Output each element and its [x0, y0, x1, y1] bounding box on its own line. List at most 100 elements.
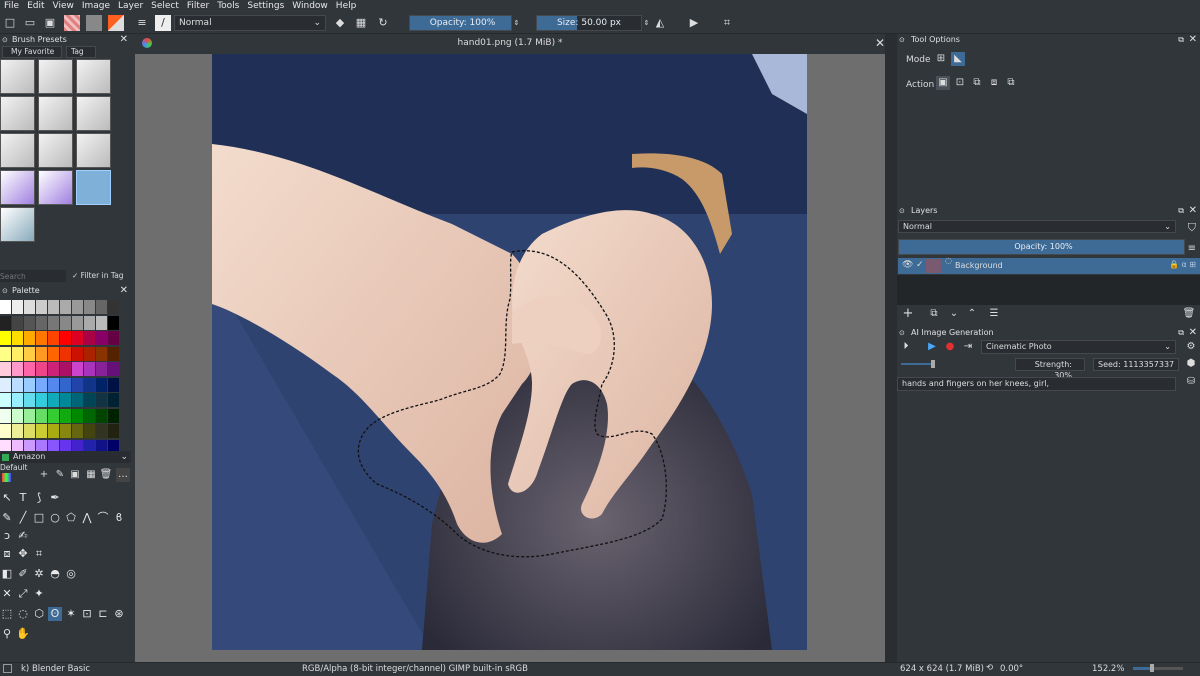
palette-swatch[interactable] — [48, 331, 59, 345]
multibrush-tool-icon[interactable]: ✍ — [16, 529, 30, 543]
rectangular-selection-tool-icon[interactable]: ⬚ — [0, 607, 14, 621]
palette-swatch[interactable] — [0, 362, 11, 376]
replace-selection-icon[interactable]: ▣ — [936, 76, 950, 90]
filter-in-tag-checkbox[interactable]: ✓ Filter in Tag — [72, 270, 124, 282]
generate-play-icon[interactable]: ▶ — [925, 340, 939, 354]
palette-swatch[interactable] — [72, 300, 83, 314]
brush-preset-item[interactable] — [0, 133, 35, 168]
selection-mode-vector-icon[interactable]: ◣ — [951, 52, 965, 66]
palette-swatch[interactable] — [96, 346, 107, 361]
ellipse-tool-icon[interactable]: ○ — [48, 511, 62, 525]
brush-preset-item[interactable] — [38, 170, 73, 205]
brush-preset-item[interactable] — [38, 96, 73, 131]
palette-swatch[interactable] — [96, 408, 107, 423]
palette-swatch[interactable] — [108, 408, 119, 423]
palette-swatch[interactable] — [24, 362, 35, 376]
gradient-tool-icon[interactable]: ◧ — [0, 567, 14, 581]
brush-preset-item[interactable] — [0, 207, 35, 242]
zoom-tool-icon[interactable]: ⚲ — [0, 627, 14, 641]
transform-tool-icon[interactable]: ⧈ — [0, 547, 14, 561]
close-icon[interactable]: ✕ — [1189, 205, 1197, 217]
more-options-icon[interactable]: … — [116, 468, 130, 482]
palette-swatch[interactable] — [48, 362, 59, 376]
line-tool-icon[interactable]: ╱ — [16, 511, 30, 525]
palette-swatch[interactable] — [48, 377, 59, 392]
palette-swatch[interactable] — [36, 424, 47, 438]
palette-swatch[interactable] — [0, 331, 11, 345]
palette-swatch[interactable] — [96, 362, 107, 376]
eraser-icon[interactable]: ◆ — [332, 15, 348, 31]
palette-swatch[interactable] — [48, 393, 59, 407]
delete-layer-icon[interactable]: 🗑 — [1182, 307, 1196, 321]
palette-swatch[interactable] — [72, 315, 83, 330]
layer-properties-icon[interactable]: ☰ — [987, 307, 1001, 321]
palette-swatch[interactable] — [0, 424, 11, 438]
brush-preset-item[interactable] — [76, 96, 111, 131]
blend-mode-select[interactable]: Normal ⌄ — [174, 15, 326, 31]
palette-swatch[interactable] — [108, 393, 119, 407]
menu-select[interactable]: Select — [147, 0, 183, 12]
layer-opacity-slider[interactable]: Opacity: 100% — [898, 239, 1185, 255]
palette-swatch[interactable] — [36, 300, 47, 314]
palette-swatch[interactable] — [24, 331, 35, 345]
palette-swatch[interactable] — [48, 408, 59, 423]
dynamic-brush-tool-icon[interactable]: ↄ — [0, 529, 14, 543]
palette-swatch[interactable] — [48, 346, 59, 361]
menu-window[interactable]: Window — [288, 0, 332, 12]
layer-filter-icon[interactable]: ⛉ — [1188, 221, 1196, 235]
close-icon[interactable]: ✕ — [120, 34, 128, 46]
palette-swatch[interactable] — [36, 362, 47, 376]
add-selection-icon[interactable]: ⧉ — [970, 76, 984, 90]
elliptical-selection-tool-icon[interactable]: ◌ — [16, 607, 30, 621]
palette-swatch[interactable] — [36, 315, 47, 330]
layer-menu-icon[interactable]: ≡ — [1188, 243, 1196, 254]
bezier-tool-icon[interactable]: ⌒ — [96, 511, 110, 525]
palette-swatch[interactable] — [24, 408, 35, 423]
palette-swatch[interactable] — [12, 362, 23, 376]
move-layer-up-icon[interactable]: ⌃ — [965, 307, 979, 321]
freehand-selection-tool-icon[interactable]: ʘ — [48, 607, 62, 621]
palette-swatch[interactable] — [72, 393, 83, 407]
palette-swatch[interactable] — [96, 331, 107, 345]
rectangle-tool-icon[interactable]: □ — [32, 511, 46, 525]
float-dock-icon[interactable]: ⧉ — [1178, 34, 1184, 46]
palette-swatch[interactable] — [12, 315, 23, 330]
menu-image[interactable]: Image — [78, 0, 114, 12]
tag-button[interactable]: Tag — [66, 46, 96, 58]
palette-swatch[interactable] — [72, 424, 83, 438]
menu-layer[interactable]: Layer — [114, 0, 147, 12]
float-dock-icon[interactable]: ⧉ — [1178, 327, 1184, 339]
palette-swatch[interactable] — [96, 377, 107, 392]
style-select[interactable]: Cinematic Photo ⌄ — [981, 340, 1176, 354]
palette-swatch[interactable] — [84, 393, 95, 407]
text-tool-icon[interactable]: T — [16, 491, 30, 505]
symmetric-difference-selection-icon[interactable]: ⧉ — [1004, 76, 1018, 90]
palette-swatch[interactable] — [72, 408, 83, 423]
palette-swatch[interactable] — [36, 377, 47, 392]
palette-swatch[interactable] — [0, 377, 11, 392]
float-dock-icon[interactable]: ⧉ — [1178, 205, 1184, 217]
palette-swatch[interactable] — [60, 331, 71, 345]
palette-swatch[interactable] — [72, 346, 83, 361]
delete-swatch-icon[interactable]: 🗑 — [99, 468, 113, 482]
open-document-icon[interactable]: ▭ — [22, 15, 38, 31]
polygonal-selection-tool-icon[interactable]: ⬡ — [32, 607, 46, 621]
palette-swatch[interactable] — [0, 408, 11, 423]
palette-swatch[interactable] — [24, 377, 35, 392]
palette-swatch[interactable] — [108, 331, 119, 345]
palette-icon[interactable] — [2, 473, 11, 482]
brush-preset-item[interactable] — [38, 133, 73, 168]
opacity-spin-icon[interactable]: ⇕ — [512, 15, 521, 31]
menu-tools[interactable]: Tools — [213, 0, 243, 12]
palette-swatch[interactable] — [96, 300, 107, 314]
opacity-slider[interactable]: Opacity: 100% — [409, 15, 512, 31]
palette-swatch[interactable] — [24, 315, 35, 330]
menu-file[interactable]: File — [0, 0, 23, 12]
palette-swatch[interactable] — [36, 346, 47, 361]
palette-swatch[interactable] — [84, 315, 95, 330]
palette-swatch[interactable] — [12, 346, 23, 361]
move-tool-icon[interactable]: ✥ — [16, 547, 30, 561]
palette-swatch[interactable] — [108, 362, 119, 376]
close-icon[interactable]: ✕ — [1189, 34, 1197, 46]
palette-swatch[interactable] — [96, 393, 107, 407]
